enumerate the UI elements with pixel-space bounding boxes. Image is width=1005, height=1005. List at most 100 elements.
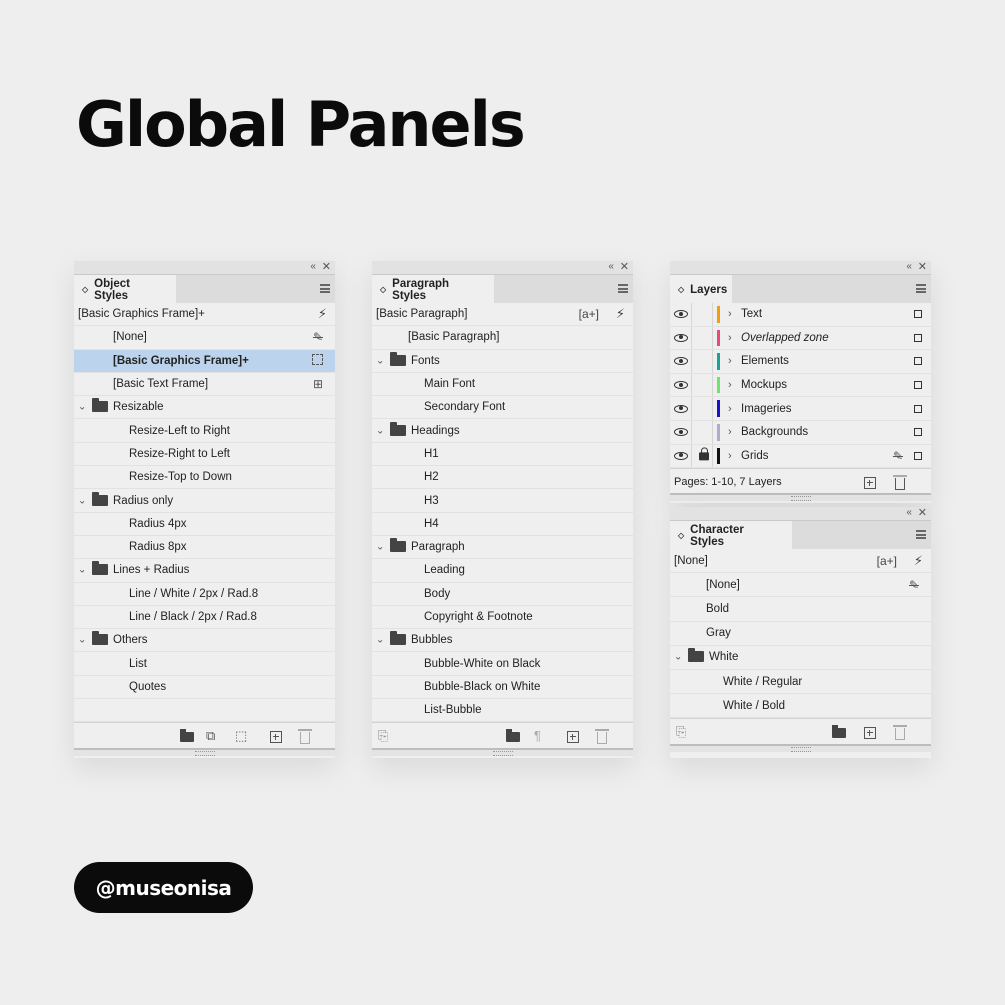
style-row[interactable]: Resize-Left to Right [74,419,335,443]
layer-select-square-icon[interactable] [914,428,922,437]
chevron-right-icon[interactable]: › [728,355,732,367]
chevron-down-icon[interactable]: ⌄ [376,542,384,553]
layer-row[interactable]: › Backgrounds [670,420,931,445]
clear-overrides-icon[interactable]: ¶ [534,729,541,743]
chevron-down-icon[interactable]: ⌄ [376,635,384,646]
style-row[interactable]: White / Regular [670,670,931,695]
layer-row[interactable]: › Mockups [670,373,931,398]
style-row[interactable]: Radius 8px [74,536,335,560]
clear-overrides-icon[interactable]: ⧉ [206,729,215,743]
load-styles-icon[interactable]: ⎘ [676,725,686,739]
style-group-row[interactable]: ⌄ Paragraph [372,536,633,560]
resize-grip[interactable] [670,493,931,502]
chevron-right-icon[interactable]: › [728,426,732,438]
new-style-icon[interactable] [567,731,579,744]
resize-grip[interactable] [74,748,335,757]
panel-menu-icon[interactable] [916,284,926,293]
style-group-row[interactable]: ⌄ Lines + Radius [74,559,335,583]
style-row[interactable]: Line / White / 2px / Rad.8 [74,583,335,606]
style-row[interactable]: H3 [372,489,633,513]
collapse-icon[interactable]: ‹‹ [310,261,316,273]
layer-select-square-icon[interactable] [914,451,922,460]
style-row[interactable]: [Basic Graphics Frame]+ [74,349,335,373]
new-group-folder-icon[interactable] [832,725,846,739]
quick-apply-bolt-icon[interactable]: ⚡︎ [914,553,923,569]
style-row[interactable]: [Basic Text Frame] ⊞ [74,373,335,397]
style-row[interactable]: [Basic Graphics Frame]+ ⚡︎ [74,303,335,327]
style-row[interactable] [74,699,335,723]
eye-visibility-icon[interactable] [674,333,688,342]
style-row[interactable]: [None] ✎ [670,573,931,598]
style-row[interactable]: Quotes [74,676,335,700]
chevron-right-icon[interactable]: › [728,403,732,415]
chevron-down-icon[interactable]: ⌄ [78,635,86,646]
chevron-right-icon[interactable]: › [728,379,732,391]
close-icon[interactable]: ✕ [620,261,629,273]
panel-menu-icon[interactable] [320,284,330,293]
panel-menu-icon[interactable] [916,530,926,539]
collapse-icon[interactable]: ‹‹ [608,261,614,273]
style-group-row[interactable]: ⌄ Headings [372,419,633,443]
panel-menu-icon[interactable] [618,284,628,293]
layer-select-square-icon[interactable] [914,357,922,366]
close-icon[interactable]: ✕ [918,507,927,519]
layer-select-square-icon[interactable] [914,404,922,413]
style-group-row[interactable]: ⌄ Resizable [74,396,335,420]
collapse-icon[interactable]: ‹‹ [906,261,912,273]
style-row[interactable]: H4 [372,513,633,536]
style-row[interactable]: Resize-Right to Left [74,443,335,467]
style-group-row[interactable]: ⌄ White [670,646,931,670]
style-group-row[interactable]: ⌄ Others [74,629,335,653]
style-row[interactable]: H1 [372,443,633,467]
chevron-down-icon[interactable]: ⌄ [78,565,86,576]
chevron-right-icon[interactable]: › [728,332,732,344]
eye-visibility-icon[interactable] [674,428,688,437]
layer-row[interactable]: › Text [670,303,931,327]
delete-layer-icon[interactable] [893,475,907,491]
delete-style-icon[interactable] [595,729,609,745]
style-row[interactable]: Line / Black / 2px / Rad.8 [74,606,335,630]
style-row[interactable]: List [74,652,335,676]
style-row[interactable]: Body [372,583,633,606]
style-row[interactable]: Bubble-Black on White [372,676,633,700]
clear-attributes-icon[interactable]: ⬚ [235,729,247,743]
new-group-folder-icon[interactable] [506,729,520,743]
new-style-icon[interactable] [270,731,282,744]
style-row[interactable]: List-Bubble [372,699,633,723]
style-row[interactable]: White / Bold [670,694,931,719]
layer-row[interactable]: › Overlapped zone [670,326,931,351]
lock-icon[interactable] [699,447,709,461]
eye-visibility-icon[interactable] [674,404,688,413]
style-group-row[interactable]: ⌄ Fonts [372,350,633,373]
style-group-row[interactable]: ⌄ Bubbles [372,629,633,653]
quick-apply-bolt-icon[interactable]: ⚡︎ [318,306,327,322]
style-row[interactable]: Radius 4px [74,513,335,536]
new-style-from-selection-icon[interactable]: [a+] [579,307,599,321]
style-row[interactable]: Bubble-White on Black [372,652,633,676]
style-row[interactable]: [None] ✎ [74,326,335,350]
delete-style-icon[interactable] [298,729,312,745]
style-row[interactable]: Main Font [372,373,633,397]
collapse-icon[interactable]: ‹‹ [906,507,912,519]
chevron-down-icon[interactable]: ⌄ [674,652,682,663]
tab-character-styles[interactable]: ◇ Character Styles [670,521,792,550]
eye-visibility-icon[interactable] [674,381,688,390]
style-row[interactable]: Secondary Font [372,396,633,420]
style-row[interactable]: [Basic Paragraph] [372,326,633,350]
chevron-right-icon[interactable]: › [728,308,732,320]
chevron-down-icon[interactable]: ⌄ [78,495,86,506]
style-row[interactable]: [Basic Paragraph] ⚡︎ [a+] [372,303,633,327]
layer-row[interactable]: › Grids ✎ [670,444,931,469]
style-row[interactable]: Leading [372,559,633,583]
tab-layers[interactable]: ◇ Layers [670,275,732,304]
chevron-down-icon[interactable]: ⌄ [376,355,384,366]
layer-row[interactable]: › Elements [670,350,931,374]
resize-grip[interactable] [670,744,931,753]
layer-row[interactable]: › Imageries [670,397,931,421]
layer-select-square-icon[interactable] [914,381,922,390]
new-layer-icon[interactable] [864,477,876,490]
close-icon[interactable]: ✕ [918,261,927,273]
tab-paragraph-styles[interactable]: ◇ Paragraph Styles [372,275,494,304]
style-row[interactable]: H2 [372,466,633,490]
close-icon[interactable]: ✕ [322,261,331,273]
